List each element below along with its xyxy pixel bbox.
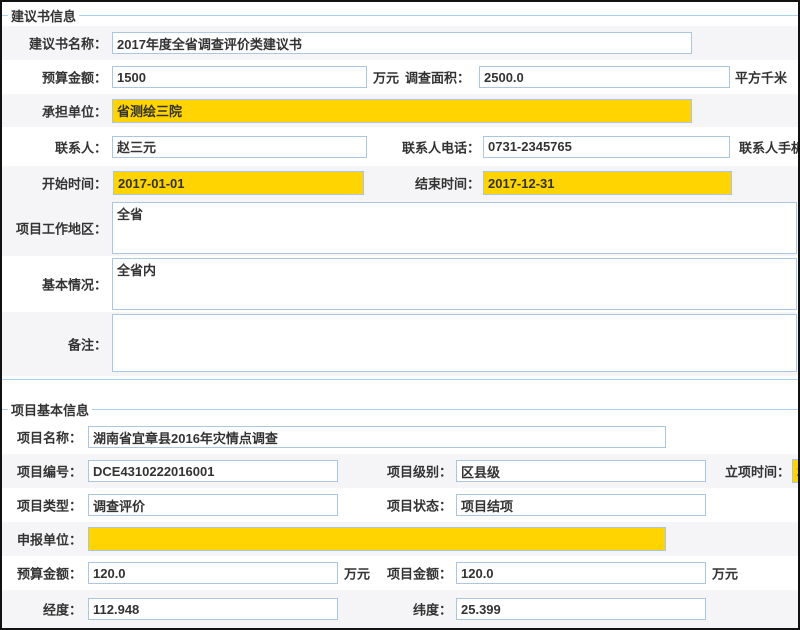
- project-code-label: 项目编号：: [2, 462, 82, 481]
- project-legend-row: 项目基本信息: [2, 396, 798, 420]
- undertake-unit-input[interactable]: [112, 99, 692, 123]
- contact-row: 联系人： 联系人电话： 联系人手机: [2, 127, 798, 166]
- project-level-label: 项目级别：: [372, 462, 452, 481]
- project-name-input[interactable]: [88, 426, 666, 448]
- form-page: 建议书信息 建议书名称： 预算金额： 万元 调查面积： 平方千米 承担单位： 联…: [0, 0, 800, 630]
- project-type-label: 项目类型：: [2, 496, 82, 515]
- project-amount-input[interactable]: [456, 562, 706, 584]
- proposal-budget-row: 预算金额： 万元 调查面积： 平方千米: [2, 60, 798, 94]
- remark-textarea[interactable]: [112, 314, 797, 372]
- project-type-input[interactable]: [88, 494, 338, 516]
- latitude-label: 纬度：: [372, 600, 452, 619]
- longitude-label: 经度：: [2, 600, 82, 619]
- survey-area-input[interactable]: [479, 66, 730, 88]
- proposal-legend-row: 建议书信息: [2, 2, 798, 26]
- legend-line-right-2: [92, 409, 798, 410]
- project-status-label: 项目状态：: [372, 496, 452, 515]
- proposal-name-input[interactable]: [112, 32, 692, 54]
- project-section-title: 项目基本信息: [8, 400, 92, 419]
- work-region-label: 项目工作地区：: [2, 219, 107, 238]
- end-time-label: 结束时间：: [370, 174, 480, 193]
- approve-time-label: 立项时间：: [714, 462, 790, 481]
- proposal-budget-label: 预算金额：: [2, 68, 107, 87]
- undertake-unit-row: 承担单位：: [2, 94, 798, 127]
- coordinate-row: 经度： 纬度：: [2, 590, 798, 628]
- contact-mobile-label: 联系人手机: [739, 137, 800, 156]
- project-status-input[interactable]: [456, 494, 706, 516]
- approve-time-input[interactable]: [792, 459, 800, 483]
- declare-unit-input[interactable]: [88, 527, 666, 551]
- latitude-input[interactable]: [456, 598, 706, 620]
- project-budget-row: 预算金额： 万元 项目金额： 万元: [2, 556, 798, 590]
- start-time-label: 开始时间：: [2, 174, 107, 193]
- contact-label: 联系人：: [2, 137, 107, 156]
- basic-info-label: 基本情况：: [2, 275, 107, 294]
- proposal-section-title: 建议书信息: [8, 6, 79, 25]
- project-level-input[interactable]: [456, 460, 706, 482]
- basic-info-textarea[interactable]: 全省内: [112, 258, 797, 310]
- contact-phone-input[interactable]: [483, 136, 730, 158]
- project-budget-label: 预算金额：: [2, 564, 82, 583]
- declare-unit-row: 申报单位：: [2, 522, 798, 556]
- contact-input[interactable]: [112, 136, 367, 158]
- contact-phone-label: 联系人电话：: [370, 137, 480, 156]
- project-budget-input[interactable]: [88, 562, 338, 584]
- longitude-input[interactable]: [88, 598, 338, 620]
- proposal-name-label: 建议书名称：: [2, 34, 107, 53]
- project-name-row: 项目名称：: [2, 420, 798, 454]
- proposal-budget-input[interactable]: [112, 66, 367, 88]
- project-name-label: 项目名称：: [2, 428, 82, 447]
- work-region-textarea[interactable]: 全省: [112, 202, 797, 254]
- project-type-row: 项目类型： 项目状态：: [2, 488, 798, 522]
- survey-area-unit: 平方千米: [735, 68, 787, 87]
- survey-area-label: 调查面积：: [370, 68, 470, 87]
- declare-unit-label: 申报单位：: [2, 530, 82, 549]
- proposal-name-row: 建议书名称：: [2, 26, 798, 60]
- basic-info-row: 基本情况： 全省内: [2, 256, 798, 312]
- proposal-section: 建议书信息 建议书名称： 预算金额： 万元 调查面积： 平方千米 承担单位： 联…: [2, 2, 798, 376]
- project-code-input[interactable]: [88, 460, 338, 482]
- end-time-input[interactable]: [483, 171, 732, 195]
- project-amount-label: 项目金额：: [372, 564, 452, 583]
- project-section: 项目基本信息 项目名称： 项目编号： 项目级别： 立项时间： 项目类型： 项目状…: [2, 396, 798, 628]
- section-divider: [2, 379, 798, 380]
- section-gap: [2, 376, 798, 396]
- time-row: 开始时间： 结束时间：: [2, 166, 798, 200]
- remark-label: 备注：: [2, 335, 107, 354]
- remark-row: 备注：: [2, 312, 798, 376]
- legend-line-right: [79, 15, 798, 16]
- project-amount-unit: 万元: [712, 564, 738, 583]
- work-region-row: 项目工作地区： 全省: [2, 200, 798, 256]
- start-time-input[interactable]: [113, 171, 364, 195]
- undertake-unit-label: 承担单位：: [2, 101, 107, 120]
- project-code-row: 项目编号： 项目级别： 立项时间：: [2, 454, 798, 488]
- project-budget-unit: 万元: [344, 564, 370, 583]
